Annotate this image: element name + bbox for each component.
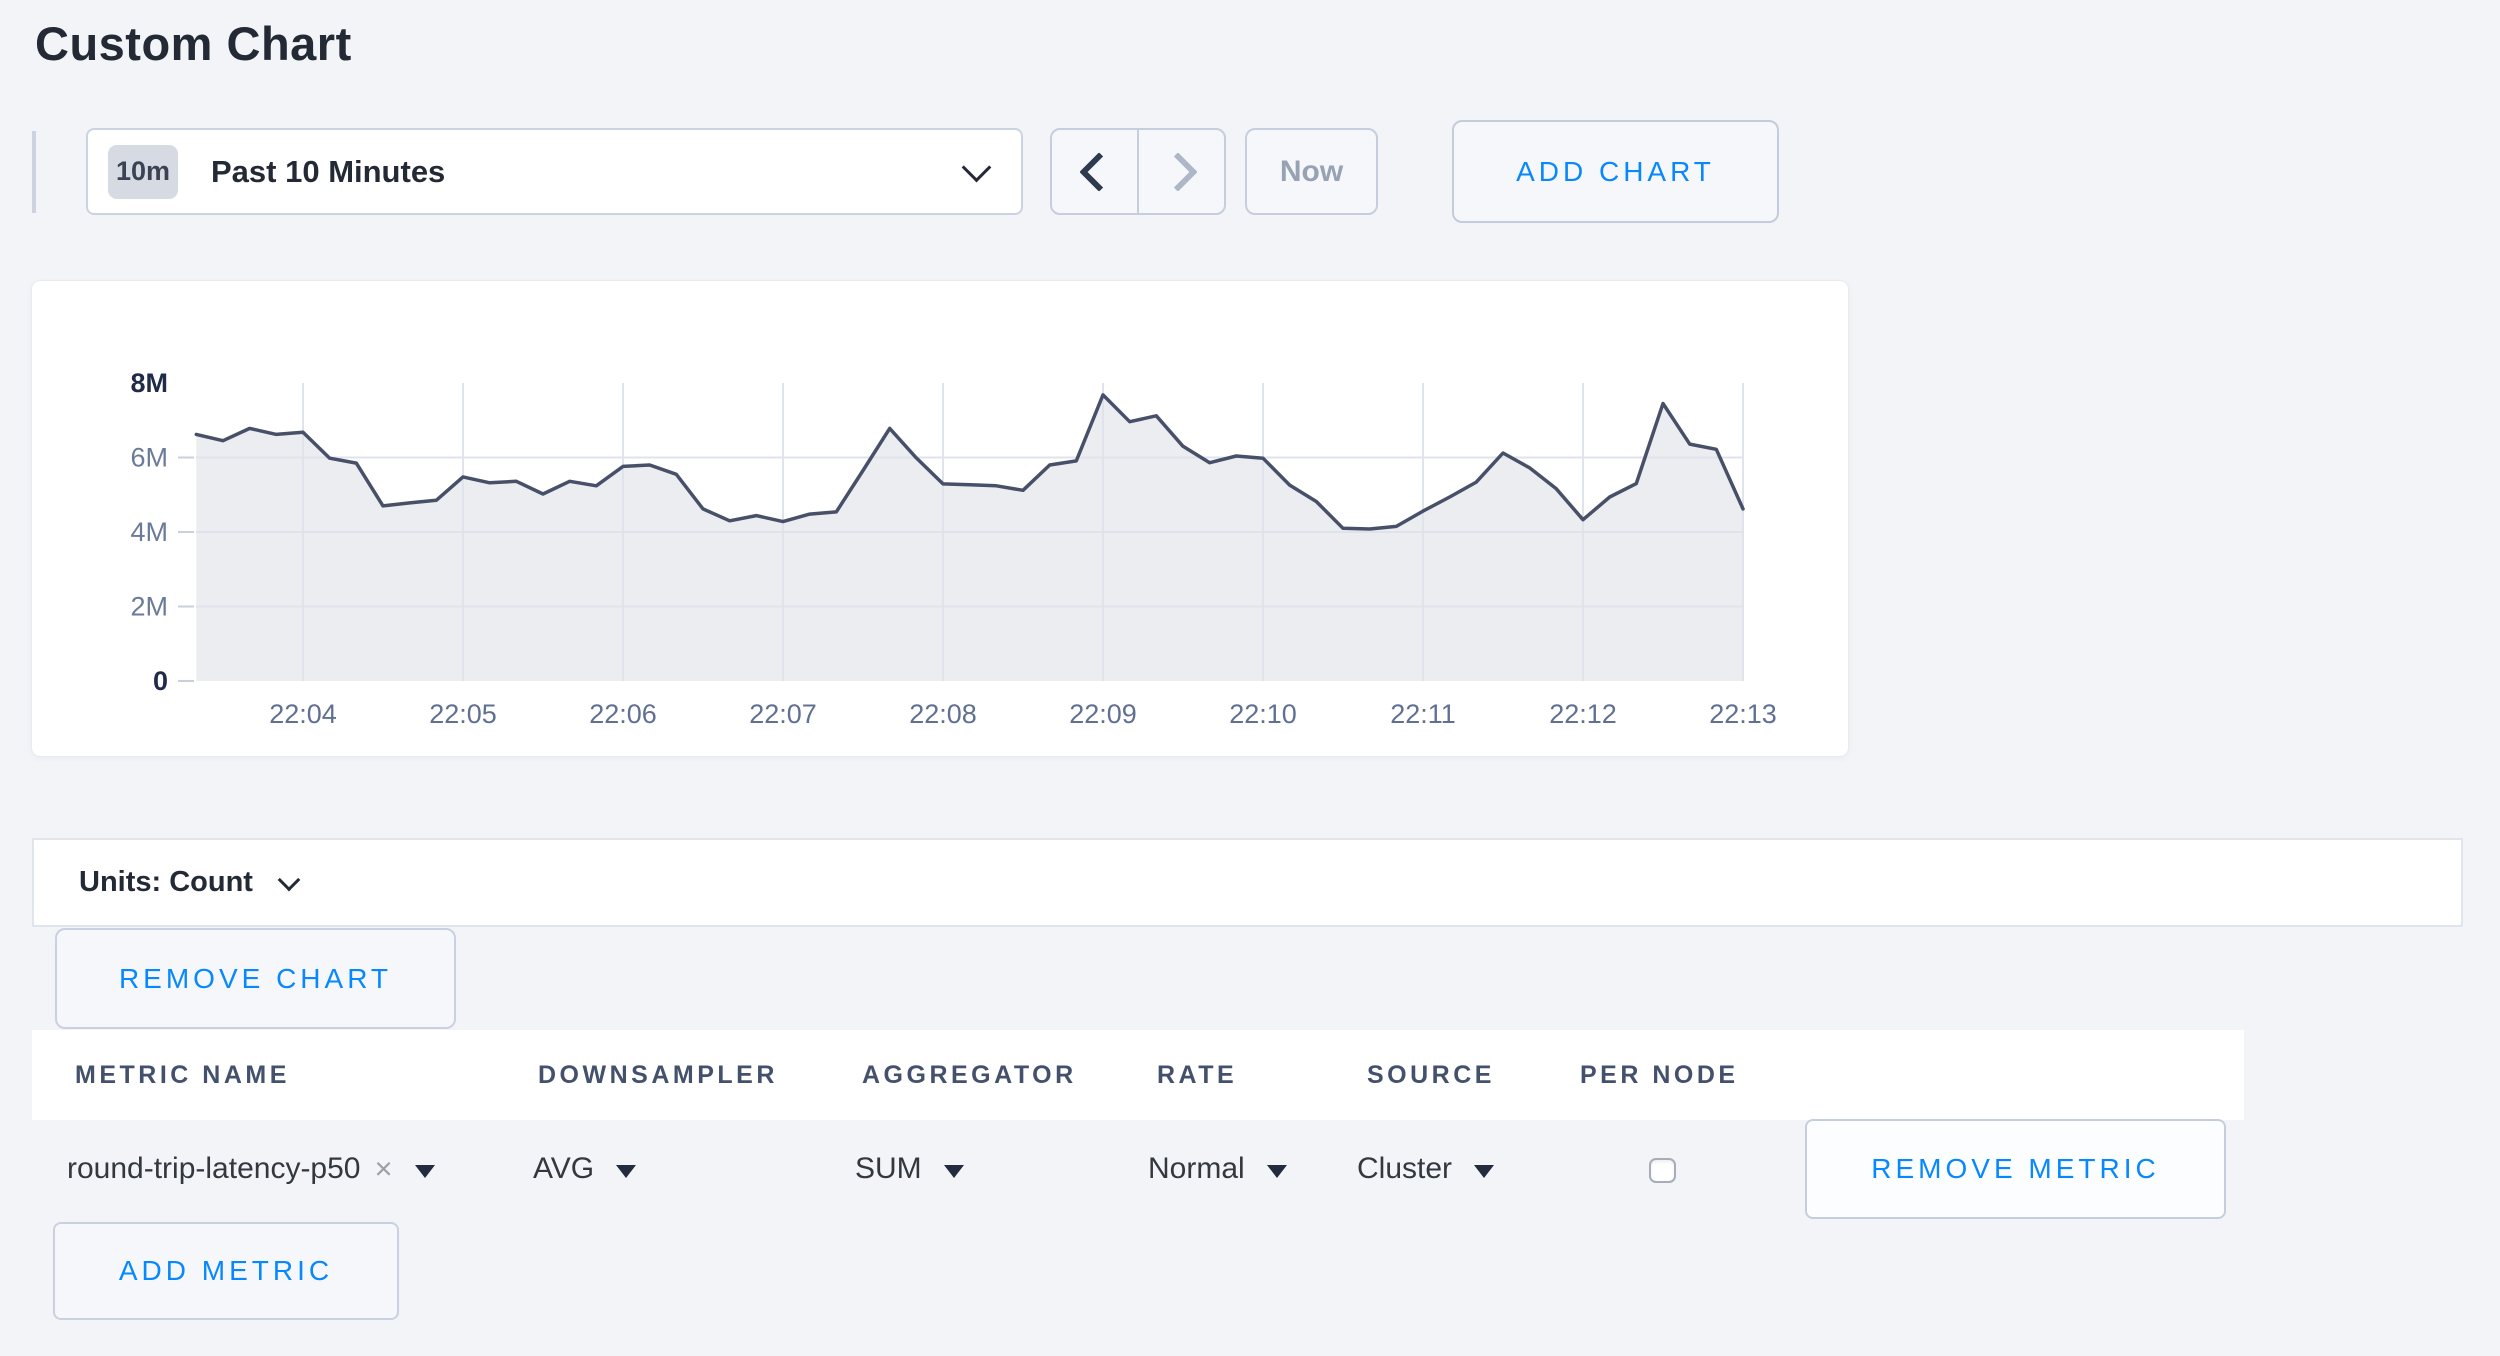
time-range-label: Past 10 Minutes (211, 154, 445, 190)
caret-down-icon (944, 1165, 964, 1178)
rate-select[interactable]: Normal (1148, 1146, 1287, 1192)
chevron-down-icon (278, 868, 301, 891)
remove-chart-button[interactable]: REMOVE CHART (55, 928, 456, 1029)
downsampler-select[interactable]: AVG (533, 1146, 636, 1192)
caret-down-icon (1474, 1165, 1494, 1178)
series-area-fill (196, 395, 1743, 681)
x-tick-label: 22:11 (1390, 699, 1456, 729)
x-tick-label: 22:10 (1229, 699, 1297, 729)
next-range-button[interactable] (1139, 130, 1224, 213)
y-tick-label: 6M (130, 443, 168, 473)
source-value: Cluster (1357, 1152, 1452, 1186)
y-tick-label: 2M (130, 592, 168, 622)
metric-area-chart: 0 2M 4M 6M 8M 22:04 22:05 22:06 22:07 22:08 22:09 2… (32, 281, 1848, 756)
units-label: Units: Count (79, 866, 253, 899)
aggregator-select[interactable]: SUM (855, 1146, 964, 1192)
add-metric-button[interactable]: ADD METRIC (53, 1222, 399, 1320)
chevron-right-icon (1158, 152, 1198, 192)
chart-card: 0 2M 4M 6M 8M 22:04 22:05 22:06 22:07 22:08 22:09 2… (32, 281, 1848, 756)
per-node-checkbox[interactable] (1649, 1158, 1676, 1183)
units-dropdown[interactable]: Units: Count (32, 838, 2463, 927)
x-tick-label: 22:12 (1549, 699, 1617, 729)
aggregator-value: SUM (855, 1152, 922, 1186)
x-tick-label: 22:04 (269, 699, 337, 729)
y-tick-label: 8M (130, 368, 168, 398)
chevron-down-icon (962, 153, 992, 183)
metric-name-select[interactable]: round-trip-latency-p50 × (67, 1146, 435, 1192)
column-header-per-node: PER NODE (1580, 1030, 1739, 1120)
caret-down-icon (616, 1165, 636, 1178)
downsampler-value: AVG (533, 1152, 594, 1186)
rate-value: Normal (1148, 1152, 1245, 1186)
x-tick-label: 22:05 (429, 699, 497, 729)
metric-name-value: round-trip-latency-p50 (67, 1152, 360, 1186)
clear-metric-icon[interactable]: × (374, 1151, 392, 1187)
caret-down-icon (1267, 1165, 1287, 1178)
y-tick-label: 4M (130, 517, 168, 547)
now-button[interactable]: Now (1245, 128, 1378, 215)
metrics-table-header: METRIC NAME DOWNSAMPLER AGGREGATOR RATE … (32, 1030, 2244, 1120)
x-tick-label: 22:07 (749, 699, 817, 729)
column-header-aggregator: AGGREGATOR (862, 1030, 1077, 1120)
time-range-dropdown[interactable]: 10m Past 10 Minutes (86, 128, 1023, 215)
column-header-source: SOURCE (1367, 1030, 1495, 1120)
remove-metric-button[interactable]: REMOVE METRIC (1805, 1119, 2226, 1219)
chevron-left-icon (1079, 152, 1119, 192)
time-pager (1050, 128, 1226, 215)
page-title: Custom Chart (35, 16, 352, 71)
prev-range-button[interactable] (1052, 130, 1139, 213)
column-header-metric-name: METRIC NAME (75, 1030, 290, 1120)
x-tick-label: 22:08 (909, 699, 977, 729)
column-header-rate: RATE (1157, 1030, 1237, 1120)
column-header-downsampler: DOWNSAMPLER (538, 1030, 778, 1120)
x-tick-label: 22:13 (1709, 699, 1777, 729)
source-select[interactable]: Cluster (1357, 1146, 1494, 1192)
y-tick-label: 0 (153, 666, 168, 696)
x-tick-label: 22:06 (589, 699, 657, 729)
toolbar-accent-rule (32, 131, 36, 213)
caret-down-icon (415, 1165, 435, 1178)
add-chart-button[interactable]: ADD CHART (1452, 120, 1779, 223)
x-tick-label: 22:09 (1069, 699, 1137, 729)
time-range-badge: 10m (108, 145, 178, 199)
